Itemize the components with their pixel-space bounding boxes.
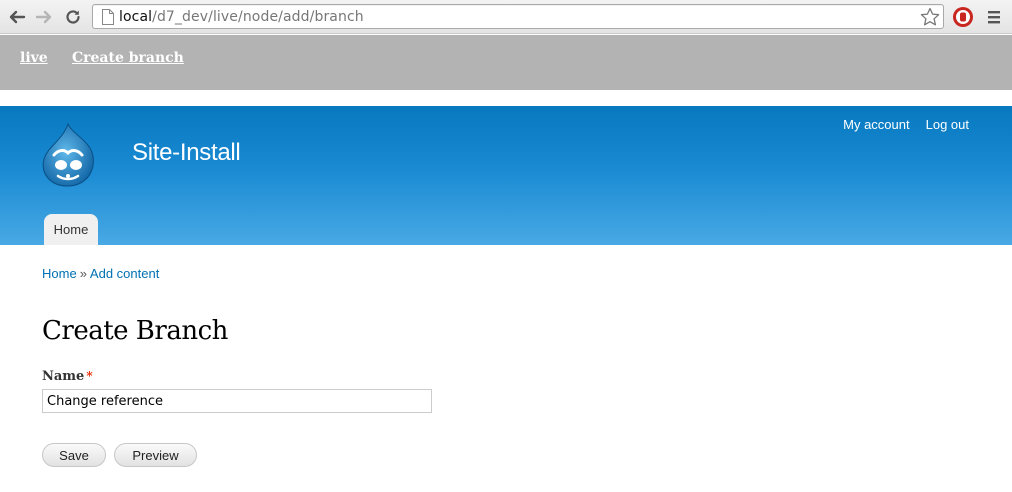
name-field-label: Name * <box>42 369 93 384</box>
breadcrumb-separator: » <box>79 266 87 281</box>
site-header: Site-Install My account Log out Home <box>0 106 1012 245</box>
name-input[interactable] <box>42 389 432 413</box>
back-arrow-icon[interactable] <box>6 6 28 28</box>
forward-arrow-icon[interactable] <box>33 6 55 28</box>
my-account-link[interactable]: My account <box>843 117 909 132</box>
breadcrumb-add-content-link[interactable]: Add content <box>90 266 159 281</box>
drupal-logo[interactable] <box>38 121 102 193</box>
address-bar[interactable]: local/d7_dev/live/node/add/branch <box>92 4 944 29</box>
menu-icon[interactable] <box>984 8 1004 26</box>
stop-extension-icon[interactable] <box>952 6 974 28</box>
admin-toolbar: live Create branch <box>0 35 1012 90</box>
breadcrumb-home-link[interactable]: Home <box>42 266 77 281</box>
breadcrumb: Home» Add content <box>42 266 159 281</box>
save-button[interactable]: Save <box>42 443 106 467</box>
star-icon[interactable] <box>919 6 941 28</box>
reload-icon[interactable] <box>62 6 84 28</box>
site-name[interactable]: Site-Install <box>132 139 241 167</box>
url-path: /d7_dev/live/node/add/branch <box>152 9 364 25</box>
main-menu-home-tab[interactable]: Home <box>44 214 98 245</box>
page-icon <box>101 9 115 25</box>
url-text[interactable]: local/d7_dev/live/node/add/branch <box>119 9 364 25</box>
toolbar-link-live[interactable]: live <box>20 50 48 66</box>
toolbar-link-create-branch[interactable]: Create branch <box>72 50 184 66</box>
preview-button[interactable]: Preview <box>114 443 197 467</box>
page-title: Create Branch <box>42 316 228 346</box>
name-label-text: Name <box>42 369 85 384</box>
url-host: local <box>119 9 153 25</box>
browser-toolbar: local/d7_dev/live/node/add/branch <box>0 0 1012 34</box>
secondary-menu: My account Log out <box>843 117 969 132</box>
required-marker: * <box>86 369 93 383</box>
log-out-link[interactable]: Log out <box>926 117 969 132</box>
